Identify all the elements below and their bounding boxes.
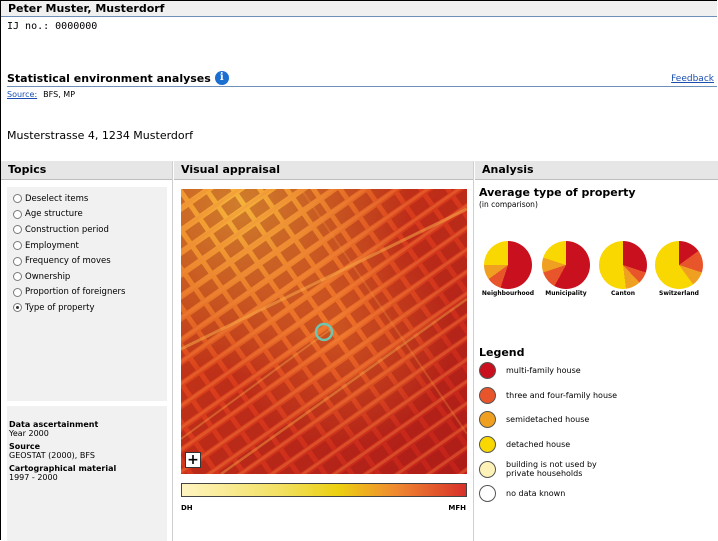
zoom-in-button[interactable]: + — [185, 452, 201, 468]
person-title: Peter Muster, Musterdorf — [1, 1, 717, 17]
legend-swatch — [479, 460, 496, 478]
radio-button[interactable] — [13, 209, 22, 219]
pie-municipality — [542, 241, 590, 289]
topic-type-of-property[interactable]: Type of property — [7, 300, 167, 316]
section-title-text: Statistical environment analyses — [7, 71, 211, 85]
radio-button[interactable] — [13, 287, 22, 297]
legend-swatch — [479, 411, 496, 428]
legend-swatch — [479, 362, 496, 379]
source-heading: Source — [9, 442, 41, 451]
legend-item: building is not used by private househol… — [479, 460, 626, 478]
topic-deselect[interactable]: Deselect items — [7, 191, 167, 207]
pie-label-canton: Canton — [611, 290, 635, 297]
info-icon[interactable]: i — [214, 71, 229, 85]
section-divider — [7, 86, 717, 87]
source-value: GEOSTAT (2000), BFS — [9, 451, 95, 460]
legend-label: three and four-family house — [506, 391, 618, 400]
pie-switzerland — [655, 241, 703, 289]
visual-header: Visual appraisal — [174, 161, 473, 180]
topic-frequency-of-moves[interactable]: Frequency of moves — [7, 253, 167, 269]
cartographical-heading: Cartographical material — [9, 464, 117, 473]
legend-label: no data known — [506, 489, 566, 498]
source-line: Source: BFS, MP — [7, 90, 75, 99]
scale-right-label: MFH — [448, 504, 466, 512]
pie-label-municipality: Municipality — [545, 290, 587, 297]
legend-item: no data known — [479, 485, 565, 502]
topics-panel: Topics Deselect items Age structure Cons… — [1, 161, 173, 541]
ij-number: IJ no.: 0000000 — [7, 21, 98, 32]
pie-neighbourhood — [484, 241, 532, 289]
analysis-header: Analysis — [475, 161, 718, 180]
legend-label: multi-family house — [506, 366, 581, 375]
chart-title: Average type of property — [479, 186, 636, 199]
legend-item: three and four-family house — [479, 387, 617, 404]
radio-button[interactable] — [13, 194, 22, 204]
topic-label: Age structure — [25, 209, 83, 220]
aerial-heatmap — [181, 189, 467, 474]
radio-button[interactable] — [13, 272, 22, 282]
legend-label: detached house — [506, 440, 571, 449]
chart-subtitle: (in comparison) — [479, 200, 538, 209]
legend-item: multi-family house — [479, 362, 581, 379]
topic-label: Proportion of foreigners — [25, 287, 126, 298]
source-value: BFS, MP — [43, 90, 76, 99]
topic-label: Ownership — [25, 271, 71, 282]
topic-construction-period[interactable]: Construction period — [7, 222, 167, 238]
topic-employment[interactable]: Employment — [7, 238, 167, 254]
radio-button[interactable] — [13, 225, 22, 235]
pie-label-switzerland: Switzerland — [659, 290, 699, 297]
address: Musterstrasse 4, 1234 Musterdorf — [7, 129, 194, 142]
topic-label: Frequency of moves — [25, 256, 111, 267]
topic-label: Employment — [25, 240, 79, 251]
topic-ownership[interactable]: Ownership — [7, 269, 167, 285]
topic-age-structure[interactable]: Age structure — [7, 207, 167, 223]
data-ascertainment-value: Year 2000 — [9, 429, 49, 438]
section-title: Statistical environment analyses i — [7, 71, 229, 85]
legend-swatch — [479, 436, 496, 453]
data-ascertainment-heading: Data ascertainment — [9, 420, 99, 429]
radio-button[interactable] — [13, 256, 22, 266]
topic-label: Type of property — [25, 302, 95, 313]
scale-left-label: DH — [181, 504, 193, 512]
legend-swatch — [479, 485, 496, 502]
legend-label: semidetached house — [506, 415, 590, 424]
visual-panel: Visual appraisal + DH MFH — [174, 161, 474, 541]
metadata-box: Data ascertainment Year 2000 Source GEOS… — [7, 406, 167, 541]
cartographical-value: 1997 - 2000 — [9, 473, 58, 482]
pie-label-neighbourhood: Neighbourhood — [481, 290, 535, 297]
radio-button-selected[interactable] — [13, 303, 22, 313]
radio-button[interactable] — [13, 241, 22, 251]
topic-proportion-of-foreigners[interactable]: Proportion of foreigners — [7, 285, 167, 301]
topics-list: Deselect items Age structure Constructio… — [7, 187, 167, 401]
legend-label: building is not used by private househol… — [506, 460, 597, 478]
pie-canton — [599, 241, 647, 289]
legend-title: Legend — [479, 346, 525, 359]
legend-item: detached house — [479, 436, 570, 453]
legend-item: semidetached house — [479, 411, 589, 428]
analysis-panel: Analysis Average type of property (in co… — [475, 161, 718, 541]
source-link[interactable]: Source: — [7, 90, 37, 99]
topic-label: Construction period — [25, 224, 109, 235]
feedback-link[interactable]: Feedback — [671, 74, 714, 84]
legend-swatch — [479, 387, 496, 404]
topics-header: Topics — [1, 161, 172, 180]
map-view[interactable]: + — [181, 189, 467, 474]
topic-label: Deselect items — [25, 193, 89, 204]
color-scale-bar — [181, 483, 467, 497]
